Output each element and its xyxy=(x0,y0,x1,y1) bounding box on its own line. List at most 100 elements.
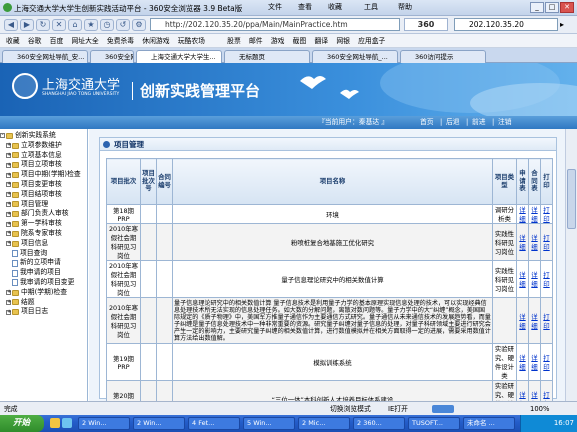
favorites-item[interactable]: 翻译 xyxy=(314,34,328,48)
apply-detail-link[interactable]: 详细 xyxy=(516,204,529,224)
tab-nav-2[interactable]: 360安全网址导航_安... xyxy=(90,50,134,63)
contract-detail-link-text[interactable]: 详细 xyxy=(531,234,537,251)
contract-detail-link-text[interactable]: 详细 xyxy=(531,271,537,288)
favorites-item[interactable]: 玩酷农场 xyxy=(178,34,205,48)
tab-access-notice[interactable]: 360访问提示 xyxy=(400,50,486,63)
home-link[interactable]: 首页 xyxy=(420,116,434,129)
apply-detail-link[interactable]: 详细 xyxy=(516,343,529,381)
minimize-button[interactable]: _ xyxy=(530,2,544,13)
brand-360-button[interactable]: 360 xyxy=(404,18,448,31)
tab-nav-1[interactable]: 360安全网址导航_安... xyxy=(2,50,88,63)
scrollbar-thumb[interactable] xyxy=(567,169,576,229)
favorites-item[interactable]: 网银 xyxy=(336,34,350,48)
favorites-item[interactable]: 网址大全 xyxy=(71,34,98,48)
apply-detail-link-text[interactable]: 详细 xyxy=(519,313,525,330)
sidebar-item[interactable]: + 院系专家审核 xyxy=(0,229,88,239)
print-link-text[interactable]: 打印 xyxy=(543,206,549,223)
menu-view[interactable]: 查看 xyxy=(298,2,312,13)
expand-icon[interactable]: + xyxy=(6,241,11,247)
home-icon[interactable]: ⌂ xyxy=(68,19,82,31)
history-icon[interactable]: ◷ xyxy=(100,19,114,31)
expand-icon[interactable]: + xyxy=(6,299,11,305)
contract-detail-link[interactable]: 详细 xyxy=(528,223,541,261)
expand-icon[interactable]: + xyxy=(6,290,11,296)
vertical-scrollbar[interactable] xyxy=(565,129,577,401)
contract-detail-link-text[interactable]: 详细 xyxy=(531,206,537,223)
sidebar-item[interactable]: + 项目管理 xyxy=(0,200,88,210)
contract-detail-link-text[interactable]: 详细 xyxy=(531,354,537,371)
expand-icon[interactable]: + xyxy=(6,221,11,227)
print-link-text[interactable]: 打印 xyxy=(543,234,549,251)
apply-detail-link-text[interactable]: 详细 xyxy=(519,234,525,251)
print-link-text[interactable]: 打印 xyxy=(543,271,549,288)
sidebar-item[interactable]: + 第一学科审核 xyxy=(0,219,88,229)
favorites-item[interactable]: 免费杀毒 xyxy=(107,34,134,48)
print-link-text[interactable]: 打印 xyxy=(543,391,549,401)
address-bar[interactable]: http://202.120.35.20/ppa/Main/MainPracti… xyxy=(150,18,400,31)
open-in-ie-button[interactable]: IE打开 xyxy=(388,402,408,416)
contract-detail-link-text[interactable]: 详细 xyxy=(531,313,537,330)
expand-icon[interactable]: + xyxy=(6,231,11,237)
sidebar-item[interactable]: + 结题 xyxy=(0,298,88,308)
forward-link[interactable]: 前进 xyxy=(472,116,486,129)
tab-nav-3[interactable]: 360安全网址导航_... xyxy=(312,50,398,63)
taskbar-window-button[interactable]: 2 Win... xyxy=(133,417,185,430)
undo-close-icon[interactable]: ↺ xyxy=(116,19,130,31)
contract-detail-link[interactable]: 详细 xyxy=(528,343,541,381)
print-link-text[interactable]: 打印 xyxy=(543,313,549,330)
taskbar-window-button[interactable]: 2 360... xyxy=(353,417,405,430)
sidebar-item[interactable]: + 立项基本信息 xyxy=(0,151,88,161)
favorites-item[interactable]: 收藏 xyxy=(6,34,20,48)
print-link[interactable]: 打印 xyxy=(540,343,553,381)
favorites-item[interactable]: 游戏 xyxy=(271,34,285,48)
switch-mode-button[interactable]: 切换浏览模式 xyxy=(330,402,371,416)
contract-detail-link[interactable]: 详细 xyxy=(528,297,541,344)
sidebar-item[interactable]: + 项目结项审核 xyxy=(0,190,88,200)
back-link[interactable]: 后退 xyxy=(446,116,460,129)
sidebar-item[interactable]: + 项目日志 xyxy=(0,307,88,317)
favorites-item[interactable]: 邮件 xyxy=(249,34,263,48)
favorites-item[interactable]: 谷歌 xyxy=(28,34,42,48)
print-link[interactable]: 打印 xyxy=(540,204,553,224)
contract-detail-link[interactable]: 详细 xyxy=(528,260,541,298)
favorites-item[interactable]: 休闲游戏 xyxy=(142,34,169,48)
print-link[interactable]: 打印 xyxy=(540,380,553,401)
apply-detail-link-text[interactable]: 详细 xyxy=(519,354,525,371)
stop-icon[interactable]: ✕ xyxy=(52,19,66,31)
taskbar-window-button[interactable]: 未命名 ... xyxy=(463,417,515,430)
back-icon[interactable]: ◀ xyxy=(4,19,18,31)
print-link[interactable]: 打印 xyxy=(540,223,553,261)
tree-root[interactable]: - 创新实践系统 xyxy=(0,131,88,141)
apply-detail-link[interactable]: 详细 xyxy=(516,260,529,298)
expand-icon[interactable]: + xyxy=(6,182,11,188)
menu-file[interactable]: 文件 xyxy=(268,2,282,13)
sidebar-item[interactable]: 项目查询 xyxy=(0,249,88,259)
taskbar-window-button[interactable]: 4 Fet... xyxy=(188,417,240,430)
apply-detail-link-text[interactable]: 详细 xyxy=(519,271,525,288)
sidebar-item[interactable]: 我申请的项目 xyxy=(0,268,88,278)
taskbar-window-button[interactable]: TUSOFT... xyxy=(408,417,460,430)
sidebar-item[interactable]: + 项目立项审核 xyxy=(0,160,88,170)
close-button[interactable]: ✕ xyxy=(560,2,574,13)
expand-icon[interactable]: + xyxy=(6,211,11,217)
search-go-icon[interactable]: ▸ xyxy=(560,20,564,29)
print-link-text[interactable]: 打印 xyxy=(543,354,549,371)
start-button[interactable]: 开始 xyxy=(0,415,44,432)
contract-detail-link-text[interactable]: 详细 xyxy=(531,391,537,401)
favorites-item[interactable]: 应用盒子 xyxy=(358,34,385,48)
apply-detail-link-text[interactable]: 详细 xyxy=(519,391,525,401)
apply-detail-link[interactable]: 详细 xyxy=(516,297,529,344)
taskbar-window-button[interactable]: 5 Win... xyxy=(243,417,295,430)
quicklaunch-icon[interactable] xyxy=(62,418,72,428)
apply-detail-link[interactable]: 详细 xyxy=(516,223,529,261)
contract-detail-link[interactable]: 详细 xyxy=(528,204,541,224)
refresh-icon[interactable]: ↻ xyxy=(36,19,50,31)
expand-icon[interactable]: + xyxy=(6,309,11,315)
print-link[interactable]: 打印 xyxy=(540,260,553,298)
menu-favorites[interactable]: 收藏 xyxy=(328,2,342,13)
sidebar-item[interactable]: + 项目变更审核 xyxy=(0,180,88,190)
favorites-icon[interactable]: ★ xyxy=(84,19,98,31)
expand-icon[interactable]: + xyxy=(6,192,11,198)
sidebar-item[interactable]: + 项目信息 xyxy=(0,239,88,249)
print-link[interactable]: 打印 xyxy=(540,297,553,344)
